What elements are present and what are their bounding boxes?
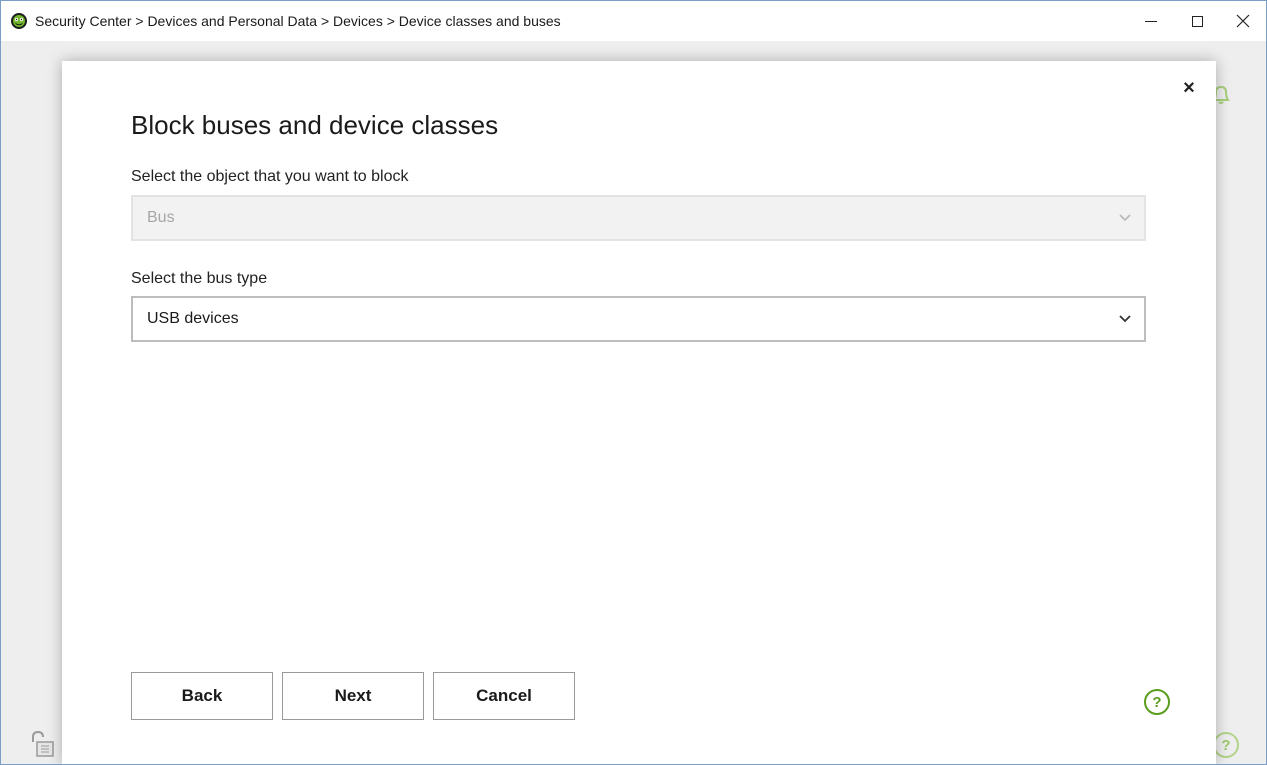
- window-controls: [1128, 1, 1266, 41]
- bus-type-select[interactable]: USB devices: [131, 296, 1146, 342]
- help-icon[interactable]: ?: [1144, 689, 1170, 715]
- title-bar: Security Center > Devices and Personal D…: [1, 1, 1266, 41]
- minimize-button[interactable]: [1128, 1, 1174, 41]
- background-help-icon[interactable]: ?: [1213, 732, 1239, 758]
- app-window: Security Center > Devices and Personal D…: [0, 0, 1267, 765]
- bus-type-field-label: Select the bus type: [131, 270, 268, 287]
- cancel-button[interactable]: Cancel: [433, 672, 575, 720]
- dialog-close-button[interactable]: ×: [1178, 77, 1200, 99]
- chevron-down-icon: [1118, 312, 1132, 326]
- dialog-title: Block buses and device classes: [131, 110, 499, 140]
- object-field-label: Select the object that you want to block: [131, 168, 409, 185]
- bus-type-select-value: USB devices: [147, 310, 239, 327]
- lock-icon[interactable]: [29, 728, 59, 763]
- dr-web-spider-icon: [10, 12, 28, 30]
- next-button[interactable]: Next: [282, 672, 424, 720]
- block-buses-dialog: × Block buses and device classes Select …: [62, 61, 1216, 764]
- window-close-button[interactable]: [1220, 1, 1266, 41]
- object-select: Bus: [131, 195, 1146, 241]
- maximize-icon: [1191, 15, 1203, 27]
- maximize-button[interactable]: [1174, 1, 1220, 41]
- minimize-icon: [1145, 20, 1157, 22]
- object-select-value: Bus: [147, 209, 175, 226]
- back-button[interactable]: Back: [131, 672, 273, 720]
- chevron-down-icon: [1118, 211, 1132, 225]
- close-icon: [1236, 14, 1250, 28]
- window-title: Security Center > Devices and Personal D…: [35, 13, 561, 29]
